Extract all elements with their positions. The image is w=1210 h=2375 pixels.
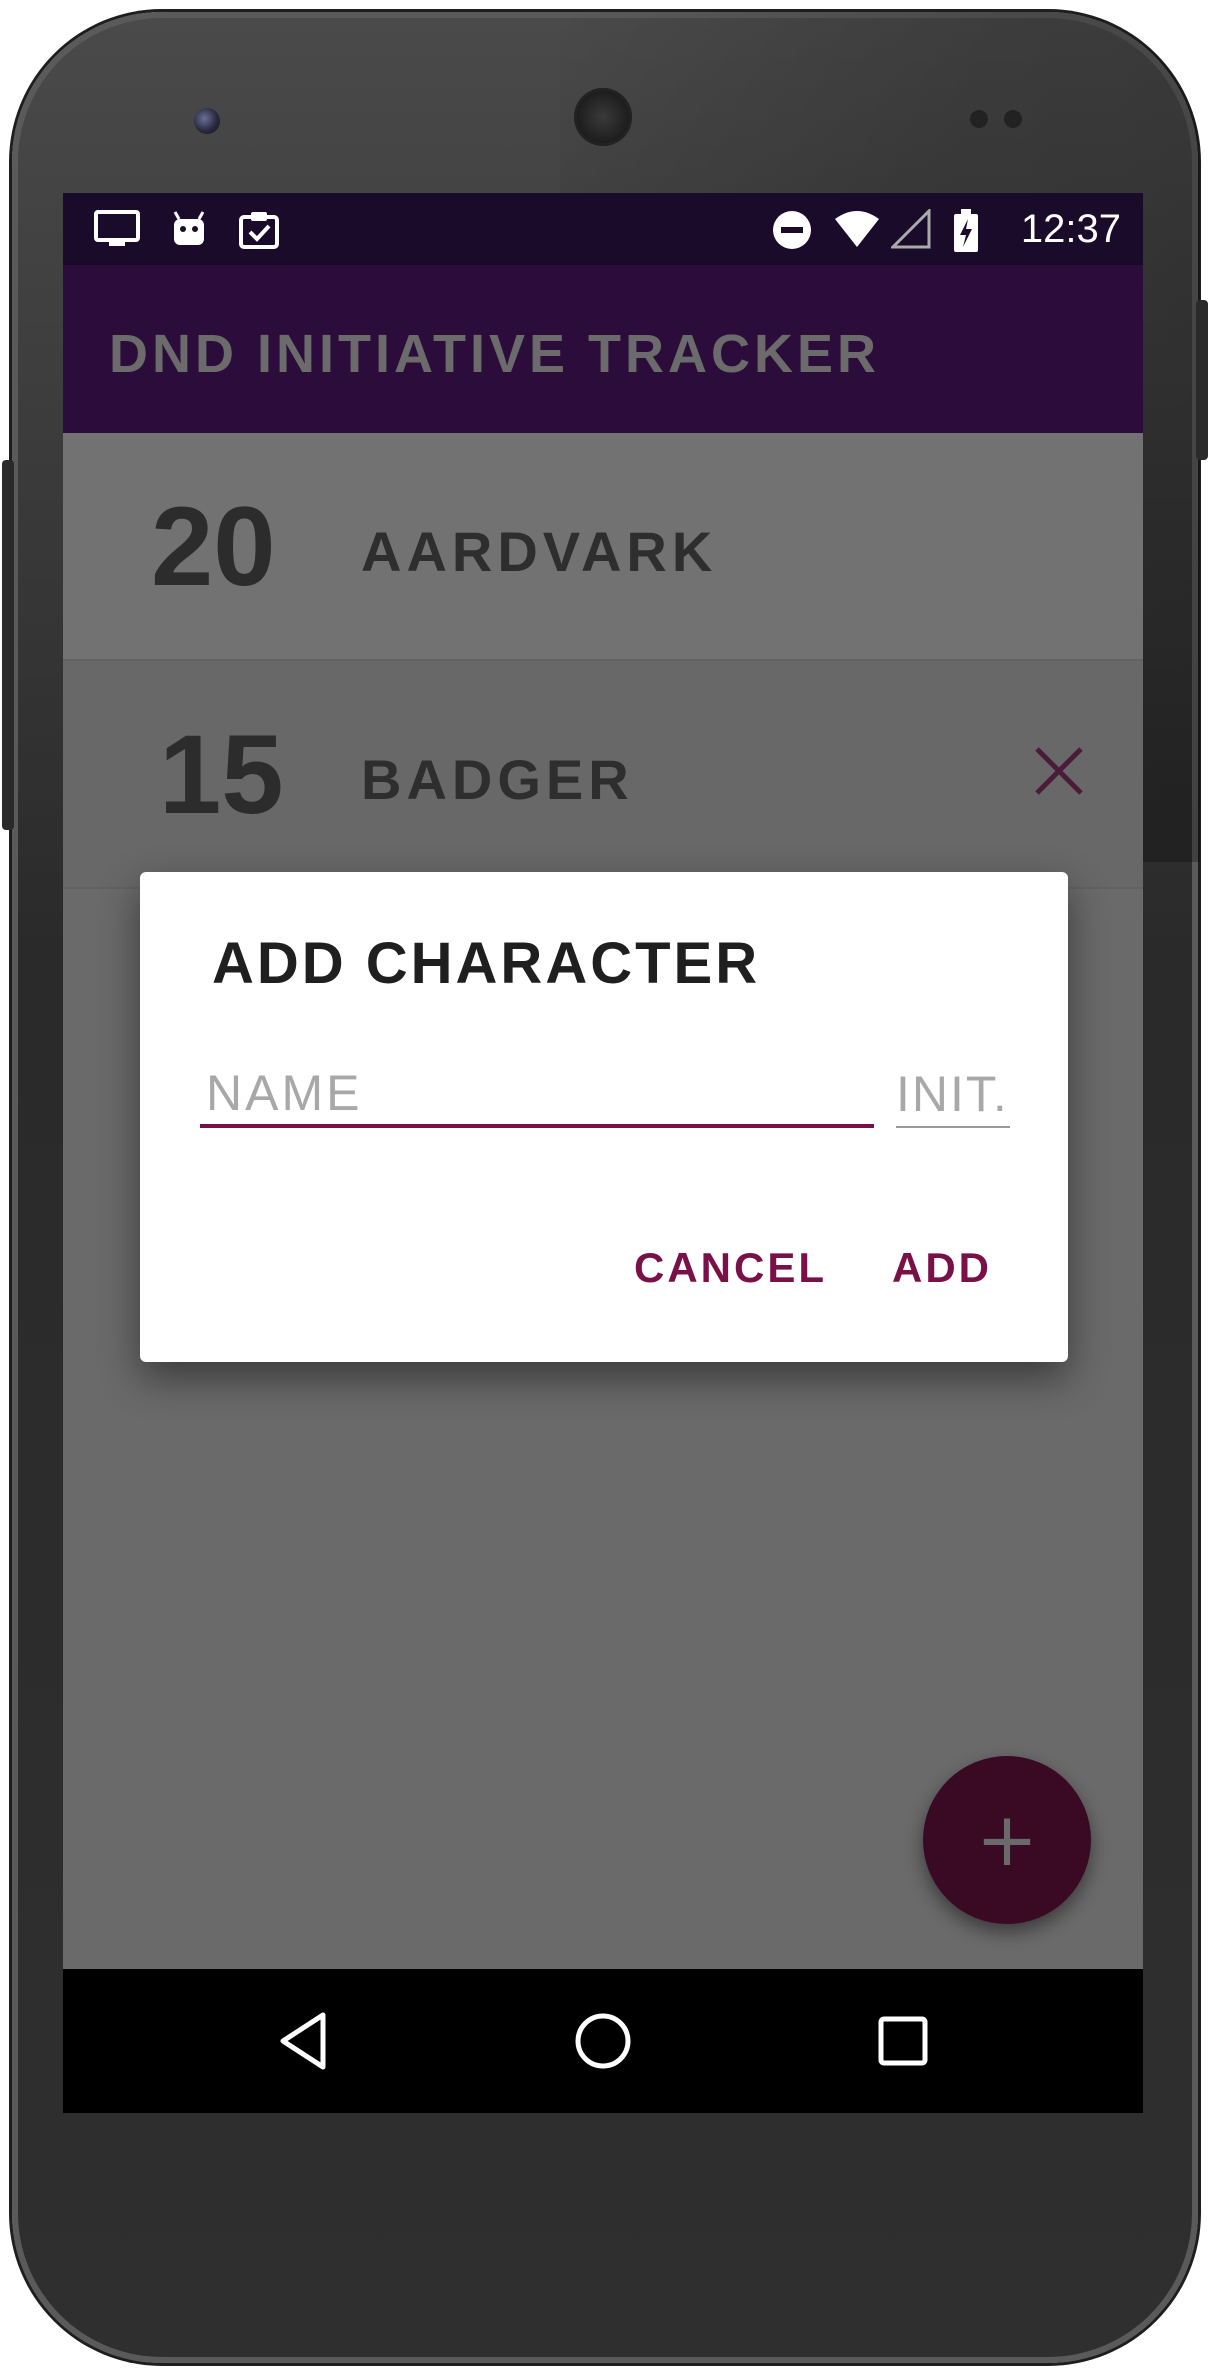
cell-signal-icon xyxy=(889,207,931,249)
home-icon[interactable] xyxy=(567,2005,639,2077)
add-button[interactable]: ADD xyxy=(892,1244,992,1292)
initiative-value: 20 xyxy=(151,484,276,609)
dialog-title: ADD CHARACTER xyxy=(212,931,761,996)
status-time: 12:37 xyxy=(1020,207,1121,251)
character-list: 20 AARDVARK 15 BADGER xyxy=(63,433,1143,889)
status-bar: 12:37 xyxy=(63,193,1143,265)
cancel-button[interactable]: CANCEL xyxy=(634,1244,827,1292)
add-character-dialog: ADD CHARACTER CANCEL ADD xyxy=(140,872,1068,1362)
proximity-sensor xyxy=(970,110,988,128)
character-name: AARDVARK xyxy=(361,520,718,583)
plus-icon: + xyxy=(975,1797,1038,1883)
screen-cast-icon xyxy=(93,209,141,249)
android-icon xyxy=(169,209,209,249)
initiative-value: 15 xyxy=(159,712,284,837)
back-icon[interactable] xyxy=(269,2005,341,2077)
volume-button xyxy=(2,460,14,830)
recents-icon[interactable] xyxy=(867,2005,939,2077)
do-not-disturb-icon xyxy=(771,209,813,249)
initiative-input[interactable] xyxy=(896,1062,1010,1128)
character-name: BADGER xyxy=(361,748,634,811)
battery-charging-icon xyxy=(953,209,979,252)
light-sensor xyxy=(1004,110,1022,128)
wifi-icon xyxy=(833,209,881,249)
front-camera xyxy=(194,108,220,134)
list-item[interactable]: 20 AARDVARK xyxy=(63,433,1143,661)
app-screen: 12:37 DND INITIATIVE TRACKER 20 AARDVARK… xyxy=(63,193,1143,2113)
add-character-fab[interactable]: + xyxy=(923,1756,1091,1924)
power-button xyxy=(1196,300,1208,460)
close-icon[interactable] xyxy=(1029,741,1089,801)
list-item[interactable]: 15 BADGER xyxy=(63,661,1143,889)
app-title: DND INITIATIVE TRACKER xyxy=(109,324,880,384)
app-bar: DND INITIATIVE TRACKER xyxy=(63,265,1143,433)
earpiece-speaker xyxy=(574,88,632,146)
name-input[interactable] xyxy=(200,1062,874,1128)
navigation-bar xyxy=(63,1969,1143,2113)
clipboard-check-icon xyxy=(237,209,281,249)
